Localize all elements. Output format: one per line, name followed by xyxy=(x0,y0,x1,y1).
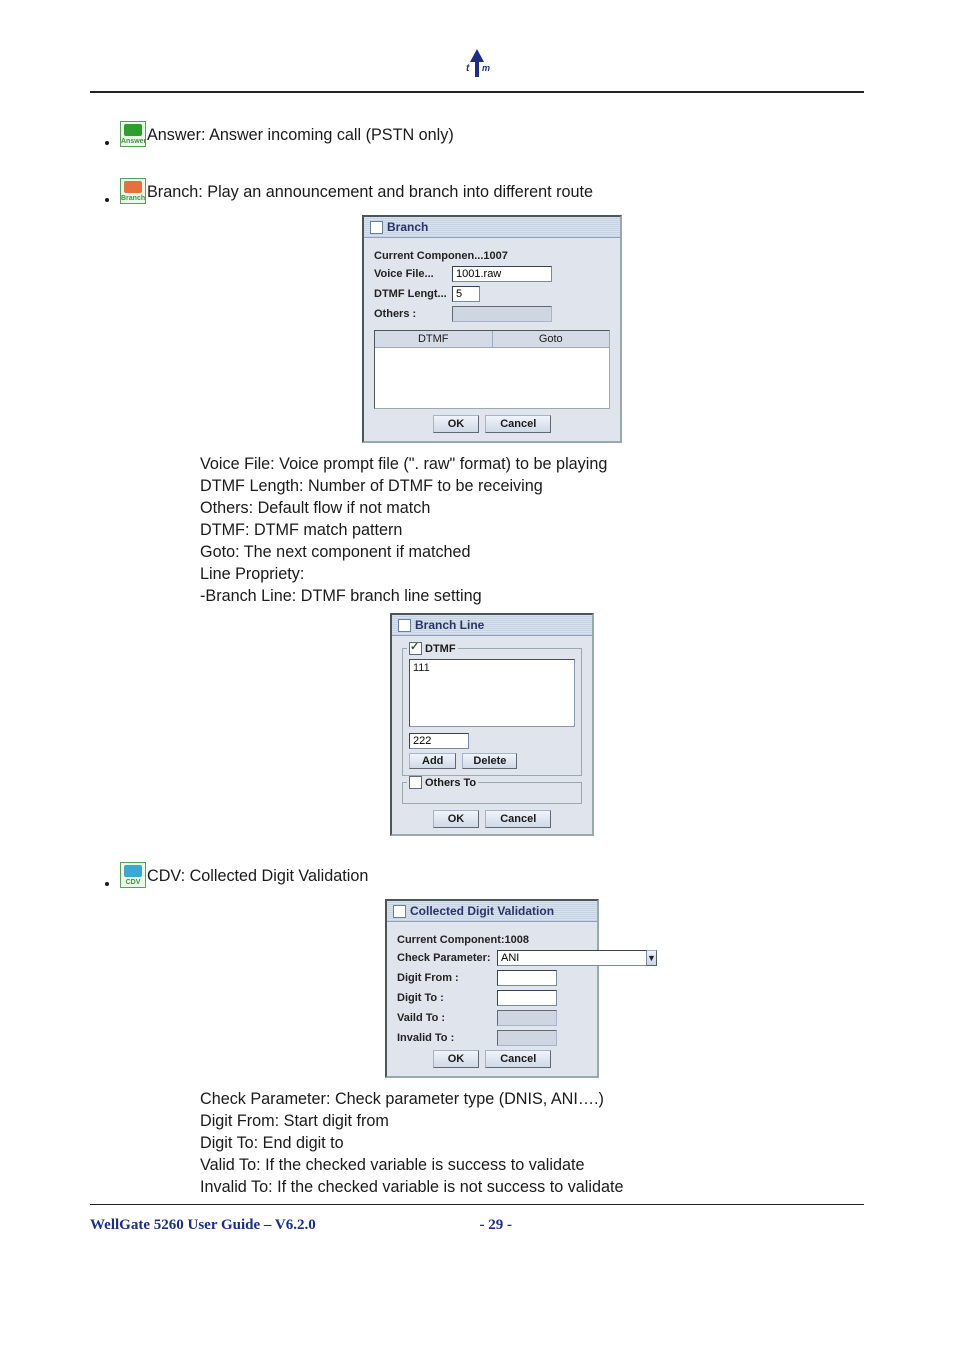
footer-title: WellGate 5260 User Guide – V6.2.0 xyxy=(90,1217,316,1233)
branch-grid[interactable]: DTMF Goto xyxy=(374,330,610,409)
cdv-current-value: 1008 xyxy=(505,934,529,946)
invalid-to-label: Invalid To : xyxy=(397,1032,497,1044)
dtmf-group: DTMF 111 Add Delete xyxy=(402,648,582,776)
digit-to-label: Digit To : xyxy=(397,992,497,1004)
window-icon xyxy=(393,905,406,918)
grid-col-dtmf: DTMF xyxy=(375,331,493,347)
cancel-button[interactable]: Cancel xyxy=(485,1050,551,1068)
cdv-current-label: Current Component: xyxy=(397,934,505,946)
header-rule xyxy=(90,91,864,93)
cdv-description: Check Parameter: Check parameter type (D… xyxy=(200,1088,864,1198)
add-button[interactable]: Add xyxy=(409,753,456,769)
digit-from-label: Digit From : xyxy=(397,972,497,984)
digit-from-input[interactable] xyxy=(497,970,557,986)
others-label: Others : xyxy=(374,308,452,320)
digit-to-input[interactable] xyxy=(497,990,557,1006)
answer-text: Answer: Answer incoming call (PSTN only) xyxy=(147,121,454,148)
branch-icon: Branch xyxy=(120,178,146,204)
footer-rule xyxy=(90,1204,864,1205)
branch-dialog-title: Branch xyxy=(387,220,428,234)
check-parameter-combo[interactable]: ▼ xyxy=(497,950,565,966)
branchline-dialog: Branch Line DTMF 111 Add D xyxy=(390,613,594,836)
branchline-title: Branch Line xyxy=(415,618,484,632)
others-to-group: Others To xyxy=(402,782,582,804)
svg-text:m: m xyxy=(482,63,490,73)
voice-file-label: Voice File... xyxy=(374,268,452,280)
page-footer: WellGate 5260 User Guide – V6.2.0 - 29 - xyxy=(90,1211,864,1234)
ok-button[interactable]: OK xyxy=(433,1050,480,1068)
dtmf-checkbox[interactable] xyxy=(409,642,422,655)
pointer-icon: t m xyxy=(460,46,494,80)
cdv-text: CDV: Collected Digit Validation xyxy=(147,862,368,889)
others-slot xyxy=(452,306,552,322)
dtmf-listbox[interactable]: 111 xyxy=(409,659,575,727)
dtmf-length-input[interactable] xyxy=(452,286,480,302)
dtmf-group-label: DTMF xyxy=(425,643,456,655)
window-icon xyxy=(398,619,411,632)
branch-dialog: Branch Current Componen... 1007 Voice Fi… xyxy=(362,215,622,443)
dtmf-entry-input[interactable] xyxy=(409,733,469,749)
others-to-checkbox[interactable] xyxy=(409,776,422,789)
delete-button[interactable]: Delete xyxy=(462,753,517,769)
chevron-down-icon[interactable]: ▼ xyxy=(647,950,657,966)
others-to-label: Others To xyxy=(425,777,476,789)
grid-col-goto: Goto xyxy=(493,331,610,347)
dtmf-length-label: DTMF Lengt... xyxy=(374,288,452,300)
check-parameter-value[interactable] xyxy=(497,950,647,966)
cancel-button[interactable]: Cancel xyxy=(485,415,551,433)
current-component-value: 1007 xyxy=(483,250,507,262)
voice-file-input[interactable] xyxy=(452,266,552,282)
answer-icon: Answer xyxy=(120,121,146,147)
cancel-button[interactable]: Cancel xyxy=(485,810,551,828)
check-parameter-label: Check Parameter: xyxy=(397,952,497,964)
footer-page: - 29 - xyxy=(479,1217,512,1233)
valid-to-label: Vaild To : xyxy=(397,1012,497,1024)
branch-text: Branch: Play an announcement and branch … xyxy=(147,178,593,205)
current-component-label: Current Componen... xyxy=(374,250,483,262)
svg-text:t: t xyxy=(466,63,470,74)
header-logo: t m xyxy=(90,46,864,91)
branch-description: Voice File: Voice prompt file (". raw" f… xyxy=(200,453,864,607)
cdv-icon: CDV xyxy=(120,862,146,888)
valid-to-slot xyxy=(497,1010,557,1026)
cdv-dialog: Collected Digit Validation Current Compo… xyxy=(385,899,599,1078)
cdv-dialog-title: Collected Digit Validation xyxy=(410,904,554,918)
invalid-to-slot xyxy=(497,1030,557,1046)
window-icon xyxy=(370,221,383,234)
ok-button[interactable]: OK xyxy=(433,810,480,828)
ok-button[interactable]: OK xyxy=(433,415,480,433)
